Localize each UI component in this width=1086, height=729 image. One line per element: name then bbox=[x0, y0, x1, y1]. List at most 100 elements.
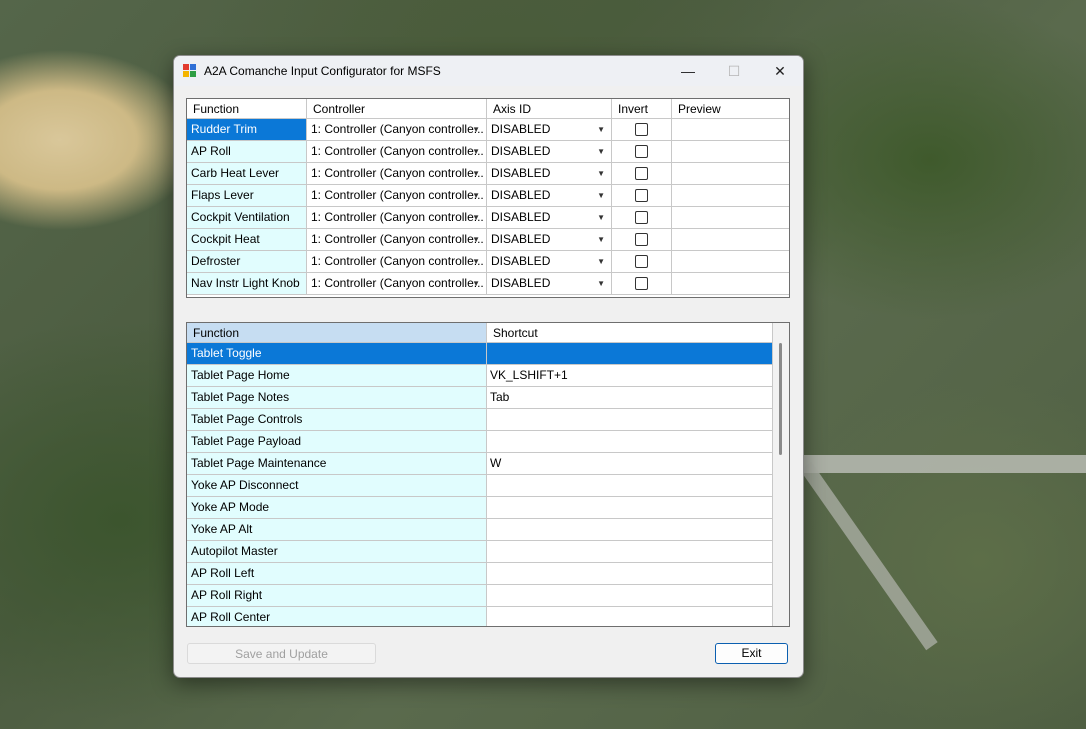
function-cell[interactable]: AP Roll Left bbox=[187, 563, 487, 585]
dropdown-arrow-icon[interactable]: ▼ bbox=[472, 185, 480, 206]
controller-dropdown[interactable]: 1: Controller (Canyon controlle... ▼ bbox=[307, 273, 487, 295]
axis-id-dropdown[interactable]: DISABLED ▼ bbox=[487, 251, 612, 273]
shortcut-table-row[interactable]: Tablet Page Home VK_LSHIFT+1 bbox=[187, 365, 773, 387]
dropdown-arrow-icon[interactable]: ▼ bbox=[472, 273, 480, 294]
dropdown-arrow-icon[interactable]: ▼ bbox=[472, 119, 480, 140]
shortcut-cell[interactable]: VK_LSHIFT+1 bbox=[487, 365, 773, 387]
function-cell[interactable]: Tablet Page Notes bbox=[187, 387, 487, 409]
dropdown-arrow-icon[interactable]: ▼ bbox=[597, 207, 605, 228]
dropdown-arrow-icon[interactable]: ▼ bbox=[597, 273, 605, 294]
axis-id-dropdown[interactable]: DISABLED ▼ bbox=[487, 119, 612, 141]
header-shortcut[interactable]: Shortcut bbox=[487, 323, 773, 343]
header-invert[interactable]: Invert bbox=[612, 99, 672, 119]
function-cell[interactable]: Cockpit Ventilation bbox=[187, 207, 307, 229]
shortcut-cell[interactable]: Tab bbox=[487, 387, 773, 409]
axes-table-row[interactable]: Defroster 1: Controller (Canyon controlle… bbox=[187, 251, 789, 273]
function-cell[interactable]: Defroster bbox=[187, 251, 307, 273]
close-icon[interactable]: ✕ bbox=[757, 56, 803, 86]
axes-table-row[interactable]: AP Roll 1: Controller (Canyon controlle..… bbox=[187, 141, 789, 163]
shortcut-cell[interactable] bbox=[487, 541, 773, 563]
controller-dropdown[interactable]: 1: Controller (Canyon controlle... ▼ bbox=[307, 141, 487, 163]
shortcut-table-row[interactable]: Tablet Page Controls bbox=[187, 409, 773, 431]
controller-dropdown[interactable]: 1: Controller (Canyon controlle... ▼ bbox=[307, 207, 487, 229]
function-cell[interactable]: AP Roll bbox=[187, 141, 307, 163]
function-cell[interactable]: Flaps Lever bbox=[187, 185, 307, 207]
dropdown-arrow-icon[interactable]: ▼ bbox=[597, 141, 605, 162]
controller-dropdown[interactable]: 1: Controller (Canyon controlle... ▼ bbox=[307, 163, 487, 185]
shortcut-table-row[interactable]: Autopilot Master bbox=[187, 541, 773, 563]
scrollbar-thumb[interactable] bbox=[779, 343, 782, 455]
function-cell[interactable]: Tablet Page Maintenance bbox=[187, 453, 487, 475]
dropdown-arrow-icon[interactable]: ▼ bbox=[597, 251, 605, 272]
title-bar[interactable]: A2A Comanche Input Configurator for MSFS… bbox=[174, 56, 803, 86]
axes-table-row[interactable]: Cockpit Ventilation 1: Controller (Canyon… bbox=[187, 207, 789, 229]
controller-dropdown[interactable]: 1: Controller (Canyon controlle... ▼ bbox=[307, 185, 487, 207]
invert-checkbox[interactable] bbox=[635, 233, 648, 246]
axis-id-dropdown[interactable]: DISABLED ▼ bbox=[487, 185, 612, 207]
minimize-icon[interactable]: — bbox=[665, 56, 711, 86]
shortcut-cell[interactable] bbox=[487, 431, 773, 453]
dropdown-arrow-icon[interactable]: ▼ bbox=[472, 163, 480, 184]
function-cell[interactable]: Rudder Trim bbox=[187, 119, 307, 141]
shortcut-table-row[interactable]: Tablet Page Notes Tab bbox=[187, 387, 773, 409]
axes-table-row[interactable]: Cockpit Heat 1: Controller (Canyon contro… bbox=[187, 229, 789, 251]
invert-checkbox[interactable] bbox=[635, 145, 648, 158]
axis-id-dropdown[interactable]: DISABLED ▼ bbox=[487, 229, 612, 251]
shortcut-table-row[interactable]: Tablet Toggle bbox=[187, 343, 773, 365]
shortcut-cell[interactable] bbox=[487, 585, 773, 607]
controller-dropdown[interactable]: 1: Controller (Canyon controlle... ▼ bbox=[307, 229, 487, 251]
header-controller[interactable]: Controller bbox=[307, 99, 487, 119]
shortcut-cell[interactable] bbox=[487, 563, 773, 585]
dropdown-arrow-icon[interactable]: ▼ bbox=[597, 163, 605, 184]
shortcut-table-row[interactable]: Tablet Page Maintenance W bbox=[187, 453, 773, 475]
function-cell[interactable]: Yoke AP Alt bbox=[187, 519, 487, 541]
axes-table-row[interactable]: Carb Heat Lever 1: Controller (Canyon con… bbox=[187, 163, 789, 185]
shortcut-table-row[interactable]: Yoke AP Mode bbox=[187, 497, 773, 519]
axis-id-dropdown[interactable]: DISABLED ▼ bbox=[487, 273, 612, 295]
function-cell[interactable]: Tablet Page Controls bbox=[187, 409, 487, 431]
shortcut-cell[interactable] bbox=[487, 475, 773, 497]
axes-table-row[interactable]: Rudder Trim 1: Controller (Canyon control… bbox=[187, 119, 789, 141]
shortcut-cell[interactable]: W bbox=[487, 453, 773, 475]
dropdown-arrow-icon[interactable]: ▼ bbox=[597, 185, 605, 206]
header-preview[interactable]: Preview bbox=[672, 99, 789, 119]
shortcut-table-row[interactable]: AP Roll Right bbox=[187, 585, 773, 607]
function-cell[interactable]: AP Roll Right bbox=[187, 585, 487, 607]
function-cell[interactable]: Tablet Toggle bbox=[187, 343, 487, 365]
shortcut-table-row[interactable]: AP Roll Center bbox=[187, 607, 773, 626]
shortcut-cell[interactable] bbox=[487, 519, 773, 541]
dropdown-arrow-icon[interactable]: ▼ bbox=[472, 141, 480, 162]
axes-table-row[interactable]: Nav Instr Light Knob 1: Controller (Canyo… bbox=[187, 273, 789, 295]
vertical-scrollbar[interactable] bbox=[773, 323, 789, 626]
shortcut-cell[interactable] bbox=[487, 343, 773, 365]
invert-checkbox[interactable] bbox=[635, 189, 648, 202]
dropdown-arrow-icon[interactable]: ▼ bbox=[472, 229, 480, 250]
controller-dropdown[interactable]: 1: Controller (Canyon controlle... ▼ bbox=[307, 251, 487, 273]
invert-checkbox[interactable] bbox=[635, 277, 648, 290]
function-cell[interactable]: Nav Instr Light Knob bbox=[187, 273, 307, 295]
header-function[interactable]: Function bbox=[187, 99, 307, 119]
invert-checkbox[interactable] bbox=[635, 255, 648, 268]
dropdown-arrow-icon[interactable]: ▼ bbox=[597, 229, 605, 250]
shortcut-table-row[interactable]: Yoke AP Disconnect bbox=[187, 475, 773, 497]
shortcut-table-row[interactable]: AP Roll Left bbox=[187, 563, 773, 585]
function-cell[interactable]: Carb Heat Lever bbox=[187, 163, 307, 185]
shortcut-table-row[interactable]: Tablet Page Payload bbox=[187, 431, 773, 453]
invert-checkbox[interactable] bbox=[635, 123, 648, 136]
function-cell[interactable]: AP Roll Center bbox=[187, 607, 487, 626]
shortcuts-grid[interactable]: Function Shortcut Tablet Toggle Tablet Pa… bbox=[186, 322, 790, 627]
invert-checkbox[interactable] bbox=[635, 167, 648, 180]
shortcut-table-row[interactable]: Yoke AP Alt bbox=[187, 519, 773, 541]
dropdown-arrow-icon[interactable]: ▼ bbox=[472, 251, 480, 272]
dropdown-arrow-icon[interactable]: ▼ bbox=[597, 119, 605, 140]
function-cell[interactable]: Yoke AP Disconnect bbox=[187, 475, 487, 497]
header-axis-id[interactable]: Axis ID bbox=[487, 99, 612, 119]
dropdown-arrow-icon[interactable]: ▼ bbox=[472, 207, 480, 228]
shortcut-cell[interactable] bbox=[487, 497, 773, 519]
axis-id-dropdown[interactable]: DISABLED ▼ bbox=[487, 141, 612, 163]
function-cell[interactable]: Tablet Page Payload bbox=[187, 431, 487, 453]
header-function[interactable]: Function bbox=[187, 323, 487, 343]
exit-button[interactable]: Exit bbox=[715, 643, 788, 664]
function-cell[interactable]: Tablet Page Home bbox=[187, 365, 487, 387]
axes-table-row[interactable]: Flaps Lever 1: Controller (Canyon control… bbox=[187, 185, 789, 207]
